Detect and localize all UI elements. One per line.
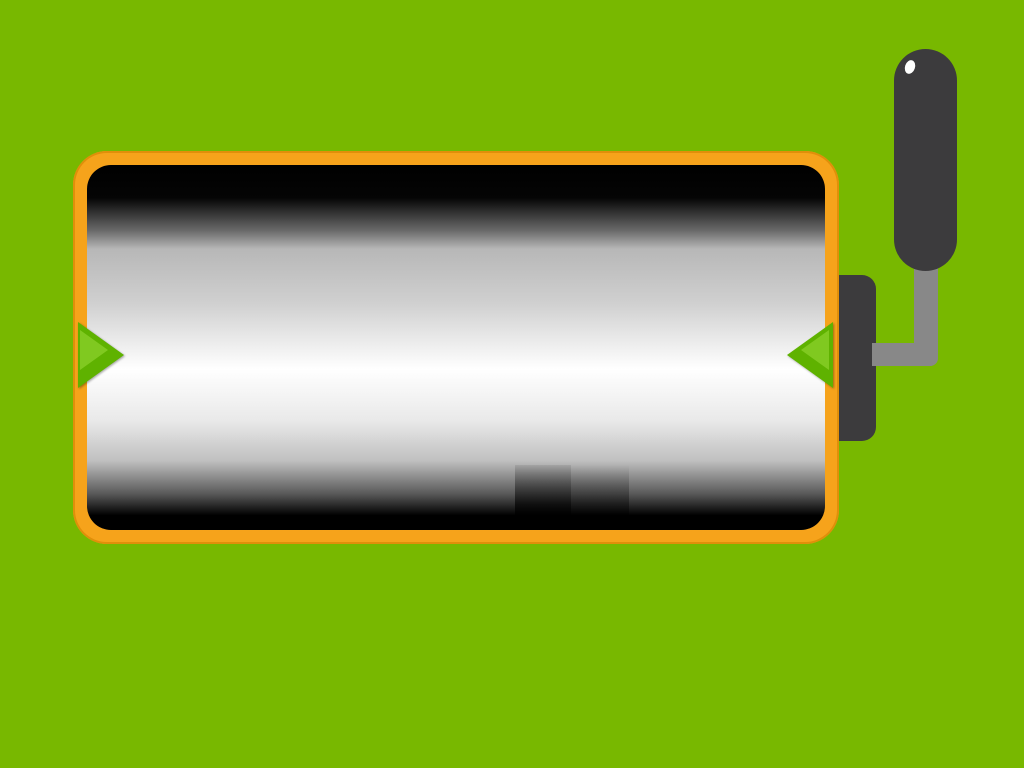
reel-window [87, 165, 825, 530]
lever-arm-vertical [914, 262, 938, 366]
lever-handle-icon[interactable] [894, 49, 957, 271]
game-stage [0, 0, 1024, 768]
arrow-right-highlight [801, 330, 829, 370]
lever-shine [903, 58, 917, 76]
reel-shadow-inner [515, 465, 571, 530]
slot-machine-frame [73, 151, 839, 544]
arrow-left-highlight [80, 330, 108, 370]
